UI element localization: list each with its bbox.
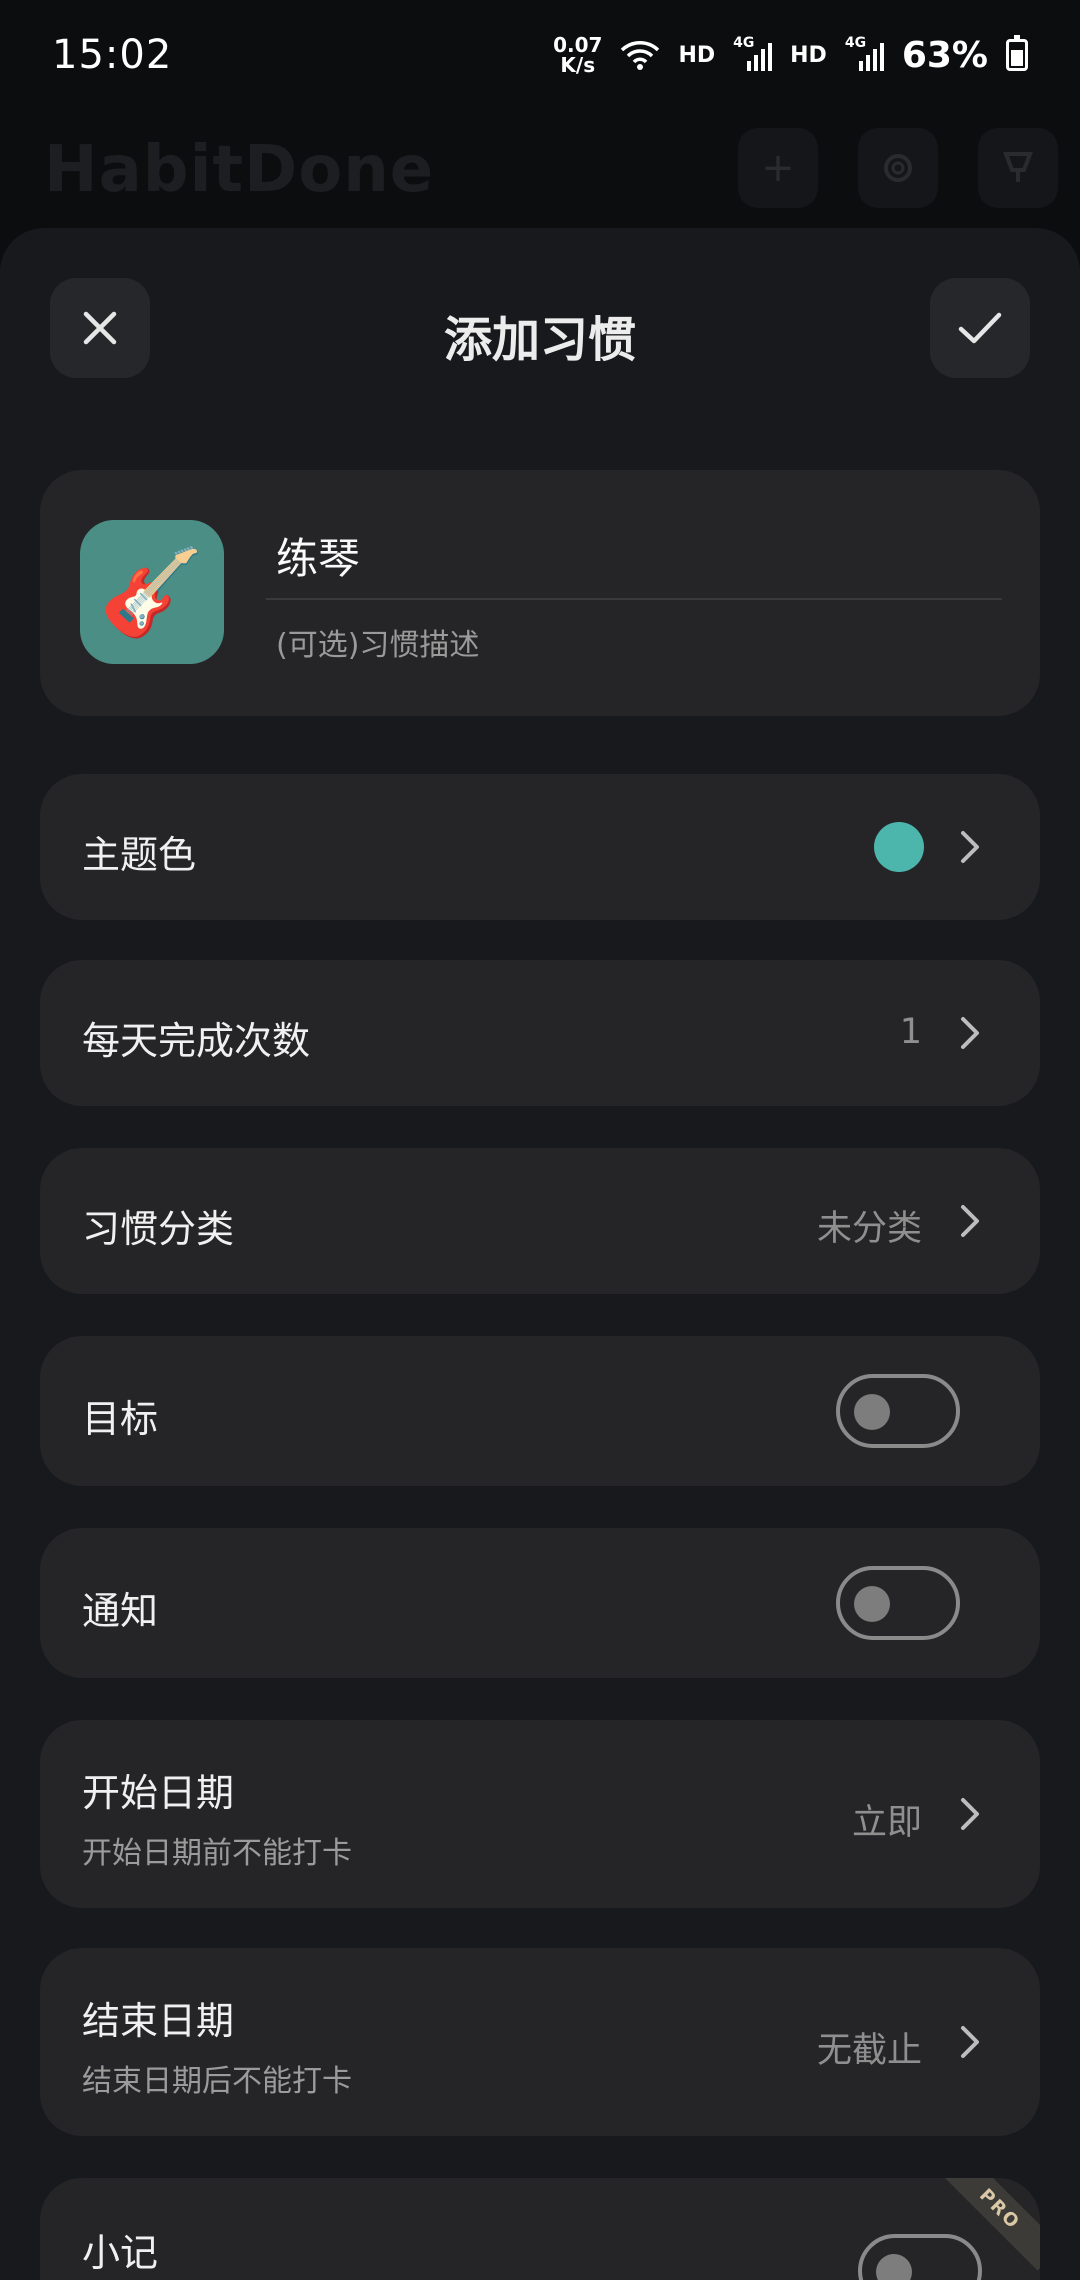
net-speed-unit: K/s <box>560 53 596 77</box>
wifi-icon <box>621 41 660 70</box>
net-speed-value: 0.07 <box>553 33 603 57</box>
status-icons: 0.07 K/s HD 4G HD 4G 63% <box>553 35 1028 76</box>
habit-icon-button[interactable]: 🎸 <box>80 520 224 664</box>
battery-percent: 63% <box>901 34 988 76</box>
note-row: PRO 小记 <box>40 2178 1040 2280</box>
net-speed: 0.07 K/s <box>553 35 602 75</box>
note-toggle[interactable] <box>858 2234 982 2280</box>
habit-name-input[interactable] <box>276 522 996 588</box>
chevron-right-icon <box>961 1205 979 1237</box>
background-gear-icon <box>858 128 938 208</box>
end-date-value: 无截止 <box>816 2031 922 2071</box>
battery-icon <box>1006 35 1028 71</box>
daily-count-label: 每天完成次数 <box>82 1019 311 1063</box>
theme-color-swatch <box>874 822 924 872</box>
category-row[interactable]: 习惯分类 未分类 <box>40 1148 1040 1294</box>
signal-icon-2: 4G <box>845 35 884 71</box>
goal-label: 目标 <box>82 1397 159 1441</box>
category-label: 习惯分类 <box>82 1207 235 1251</box>
chevron-right-icon <box>961 1798 979 1830</box>
status-time: 15:02 <box>52 32 173 78</box>
hd-label-1: HD <box>678 42 716 68</box>
sheet-title: 添加习惯 <box>443 312 636 368</box>
note-label: 小记 <box>82 2231 159 2275</box>
notification-row: 通知 <box>40 1528 1040 1678</box>
daily-count-row[interactable]: 每天完成次数 1 <box>40 960 1040 1106</box>
theme-color-label: 主题色 <box>82 833 197 877</box>
chevron-right-icon <box>961 2026 979 2058</box>
category-value: 未分类 <box>816 1209 922 1249</box>
chevron-right-icon <box>961 831 979 863</box>
end-date-hint: 结束日期后不能打卡 <box>82 2064 352 2099</box>
end-date-row[interactable]: 结束日期 结束日期后不能打卡 无截止 <box>40 1948 1040 2136</box>
guitar-icon: 🎸 <box>99 543 205 641</box>
goal-row: 目标 <box>40 1336 1040 1486</box>
name-divider <box>266 598 1002 600</box>
check-icon <box>958 312 1002 344</box>
add-habit-sheet: 添加习惯 🎸 主题色 每天完成次数 1 习惯分类 未分类 目标 <box>0 228 1080 2280</box>
background-add-icon: + <box>738 128 818 208</box>
background-app-title: HabitDone <box>44 133 435 207</box>
notification-toggle[interactable] <box>836 1566 960 1640</box>
sim1-tag: 4G <box>733 35 755 51</box>
habit-description-input[interactable] <box>276 620 996 670</box>
habit-info-card: 🎸 <box>40 470 1040 716</box>
signal-icon-1: 4G <box>733 35 773 71</box>
notification-label: 通知 <box>82 1589 159 1633</box>
theme-color-row[interactable]: 主题色 <box>40 774 1040 920</box>
background-trophy-icon <box>978 128 1058 208</box>
status-bar: 15:02 0.07 K/s HD 4G HD 4G 63% <box>0 0 1080 110</box>
goal-toggle[interactable] <box>836 1374 960 1448</box>
start-date-value: 立即 <box>851 1803 922 1843</box>
start-date-row[interactable]: 开始日期 开始日期前不能打卡 立即 <box>40 1720 1040 1908</box>
sheet-header: 添加习惯 <box>0 228 1080 428</box>
start-date-label: 开始日期 <box>82 1771 235 1815</box>
end-date-label: 结束日期 <box>82 1999 235 2043</box>
chevron-right-icon <box>961 1017 979 1049</box>
confirm-button[interactable] <box>930 278 1030 378</box>
sim2-tag: 4G <box>844 35 867 51</box>
hd-label-2: HD <box>790 42 827 68</box>
start-date-hint: 开始日期前不能打卡 <box>82 1836 352 1871</box>
daily-count-value: 1 <box>899 1012 922 1052</box>
